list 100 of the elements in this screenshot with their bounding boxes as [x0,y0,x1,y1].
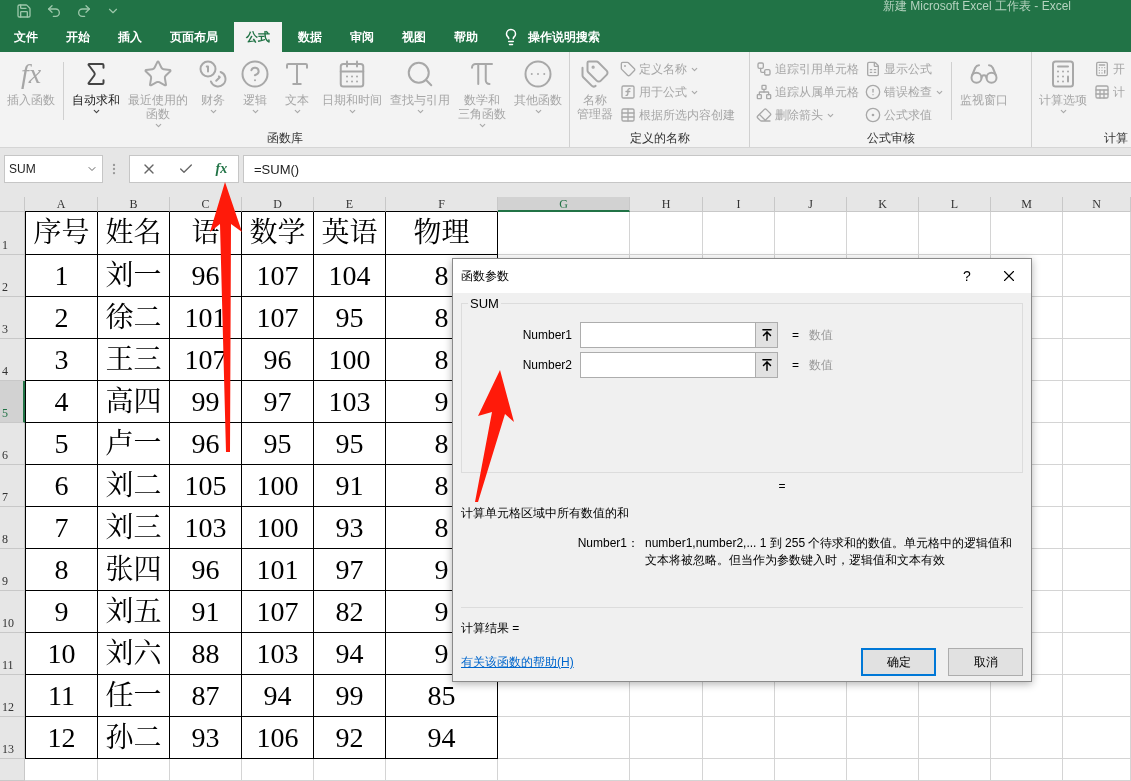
table-cell: 93 [314,507,386,549]
row-header[interactable]: 8 [0,507,25,549]
table-cell: 93 [170,717,242,759]
ribbon-tab[interactable]: 页面布局 [158,22,230,52]
row-header[interactable]: 4 [0,339,25,381]
row-header[interactable]: 13 [0,717,25,759]
group-label: 公式审核 [866,130,915,144]
column-header[interactable]: D [242,197,314,212]
dialog-button[interactable]: 确定 [861,648,936,676]
row-header[interactable]: 6 [0,423,25,465]
table-cell: 刘三 [98,507,170,549]
table-cell: 物理 [386,212,498,255]
ribbon-tab[interactable]: 帮助 [442,22,490,52]
row-header[interactable]: 5 [0,381,25,423]
column-header[interactable]: J [775,197,847,212]
ribbon-tab[interactable]: 公式 [234,22,282,52]
ribbon-tab[interactable]: 视图 [390,22,438,52]
column-header[interactable]: K [847,197,919,212]
formula-field[interactable]: =SUM() [243,155,1131,183]
insert-function-button[interactable]: fx [215,161,228,177]
window-title: 新建 Microsoft Excel 工作表 - Excel [882,0,1071,12]
table-cell: 2 [25,297,98,339]
argument-hint: 数值 [809,356,833,374]
column-header[interactable]: N [1063,197,1131,212]
name-box[interactable]: SUM [4,155,103,183]
table-cell: 97 [314,549,386,591]
table-cell: 82 [314,591,386,633]
table-cell: 106 [242,717,314,759]
table-cell: 卢一 [98,423,170,465]
group-label: 函数库 [266,130,303,144]
column-header[interactable]: G [498,197,630,212]
table-cell: 107 [242,297,314,339]
table-cell: 88 [170,633,242,675]
row-header[interactable]: 11 [0,633,25,675]
table-cell: 序号 [25,212,98,255]
column-header[interactable]: A [25,197,98,212]
table-cell: 姓名 [98,212,170,255]
row-header[interactable]: 10 [0,591,25,633]
ribbon-tab[interactable]: 文件 [2,22,50,52]
ribbon-tab[interactable]: 数据 [286,22,334,52]
column-header[interactable]: F [386,197,498,212]
row-header[interactable]: 7 [0,465,25,507]
table-cell: 91 [170,591,242,633]
row-header[interactable]: 12 [0,675,25,717]
argument-help-text: number1,number2,... 1 到 255 个待求和的数值。单元格中的逻辑值和文本将被忽略。但当作为参数键入时，逻辑值和文本有效 [645,535,1014,569]
argument-help-label: Number1： [577,535,639,552]
table-cell: 94 [314,633,386,675]
equals-sign: = [778,479,786,493]
ribbon-tab[interactable]: 开始 [54,22,102,52]
table-cell: 91 [314,465,386,507]
ribbon-tab[interactable]: 插入 [106,22,154,52]
table-cell: 高四 [98,381,170,423]
column-header[interactable]: E [314,197,386,212]
column-header[interactable]: L [919,197,991,212]
table-cell: 8 [25,549,98,591]
help-button[interactable]: ? [947,268,987,284]
table-cell: 95 [314,423,386,465]
table-cell: 95 [242,423,314,465]
fx-icon: fx [20,59,42,89]
table-cell: 任一 [98,675,170,717]
table-cell: 刘五 [98,591,170,633]
table-cell: 107 [242,255,314,297]
table-cell: 12 [25,717,98,759]
column-header[interactable]: M [991,197,1063,212]
tell-me-search[interactable]: 操作说明搜索 [528,28,600,46]
row-header[interactable]: 2 [0,255,25,297]
table-cell: 张四 [98,549,170,591]
column-header[interactable]: I [703,197,775,212]
table-cell: 92 [314,717,386,759]
table-cell: 刘一 [98,255,170,297]
row-header[interactable]: 9 [0,549,25,591]
table-cell: 100 [242,507,314,549]
table-cell: 4 [25,381,98,423]
table-cell: 孙二 [98,717,170,759]
column-header[interactable]: H [630,197,703,212]
equals-sign: = [792,328,799,342]
table-cell: 英语 [314,212,386,255]
table-cell: 1 [25,255,98,297]
ribbon-button[interactable]: 自动求和 [69,56,123,118]
table-cell: 3 [25,339,98,381]
table-cell: 101 [242,549,314,591]
table-cell: 107 [242,591,314,633]
table-cell: 5 [25,423,98,465]
table-cell: 10 [25,633,98,675]
table-cell: 刘二 [98,465,170,507]
group-label: 计算 [1104,130,1128,144]
row-header[interactable]: 1 [0,212,25,255]
table-cell: 6 [25,465,98,507]
table-cell: 王三 [98,339,170,381]
table-cell: 99 [314,675,386,717]
group-label: 定义的名称 [629,130,690,144]
table-cell: 数学 [242,212,314,255]
table-cell: 103 [170,507,242,549]
column-header[interactable]: B [98,197,170,212]
table-cell: 95 [314,297,386,339]
dialog-button[interactable]: 取消 [948,648,1023,676]
table-cell: 100 [314,339,386,381]
ribbon-tab[interactable]: 审阅 [338,22,386,52]
equals-sign: = [792,358,799,372]
row-header[interactable]: 3 [0,297,25,339]
